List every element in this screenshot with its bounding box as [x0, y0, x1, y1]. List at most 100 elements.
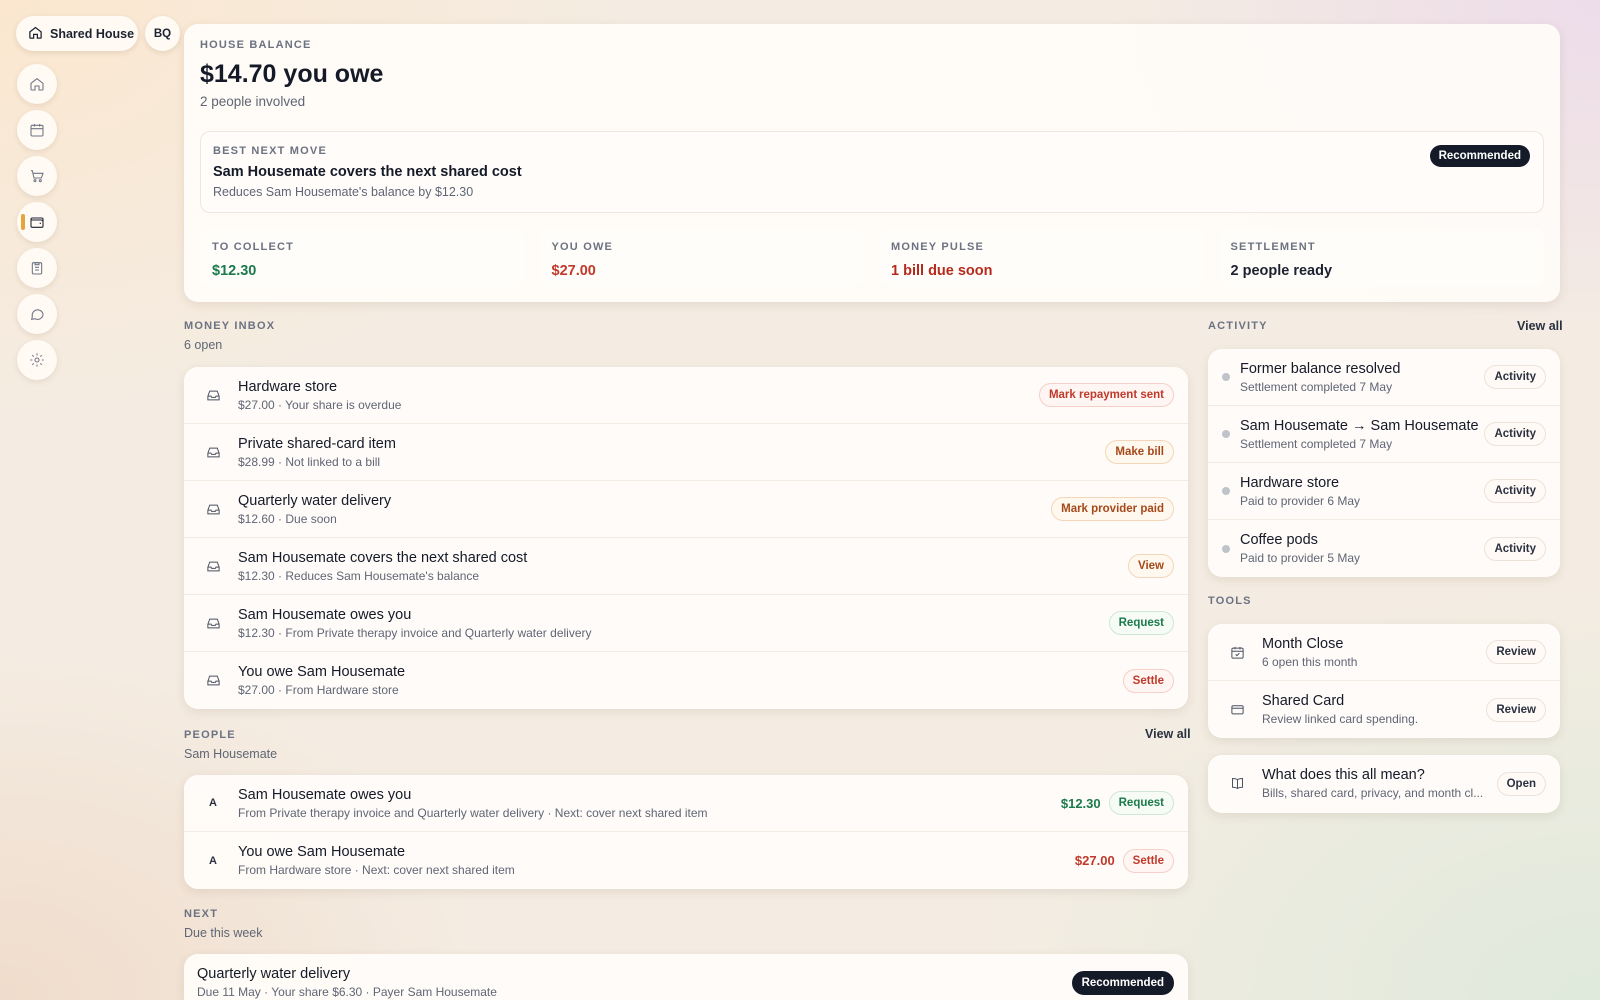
- section-sub: Sam Housemate: [184, 747, 278, 761]
- view-button[interactable]: View: [1128, 554, 1174, 578]
- activity-list: Former balance resolved Settlement comple…: [1208, 349, 1560, 577]
- item-amount: $27.00: [1074, 853, 1115, 868]
- activity-button[interactable]: Activity: [1484, 479, 1546, 503]
- item-title: Quarterly water delivery: [197, 966, 351, 982]
- activity-button[interactable]: Activity: [1484, 365, 1546, 389]
- settle-button[interactable]: Settle: [1122, 668, 1174, 693]
- chat-icon: [30, 309, 44, 321]
- tool-shared-card[interactable]: Shared Card Review linked card spending. …: [1208, 681, 1560, 738]
- hero-amount: $14.70 you owe: [200, 60, 384, 88]
- item-sub: 6 open this month: [1262, 654, 1358, 669]
- metric-settlement[interactable]: SETTLEMENT 2 people ready: [1218, 229, 1544, 287]
- nav-wallet[interactable]: [17, 202, 57, 242]
- next-move-desc: Reduces Sam Housemate's balance by $12.3…: [213, 185, 474, 199]
- list-item[interactable]: Sam Housemate → Sam Housemate Settlement …: [1208, 406, 1560, 463]
- item-sub: $12.60 · Due soon: [238, 511, 337, 526]
- status-dot: [1222, 373, 1230, 381]
- side-nav: [17, 64, 57, 386]
- metric-you-owe[interactable]: YOU OWE $27.00: [539, 229, 865, 287]
- review-button[interactable]: Review: [1486, 640, 1546, 664]
- mark-repayment-sent-button[interactable]: Mark repayment sent: [1038, 383, 1174, 407]
- request-button[interactable]: Request: [1108, 791, 1174, 815]
- activity-button[interactable]: Activity: [1484, 422, 1546, 446]
- calendar-icon: [30, 124, 44, 137]
- item-title: Sam Housemate owes you: [238, 786, 412, 803]
- list-item[interactable]: Sam Housemate owes you $12.30 · From Priv…: [184, 595, 1188, 652]
- item-title: Sam Housemate → Sam Housemate: [1240, 417, 1479, 434]
- section-title: PEOPLE: [184, 729, 236, 741]
- request-button[interactable]: Request: [1108, 611, 1174, 635]
- item-title: Month Close: [1262, 635, 1344, 652]
- open-button[interactable]: Open: [1496, 771, 1546, 796]
- home-icon: [30, 77, 44, 91]
- nav-chat[interactable]: [17, 294, 57, 334]
- activity-header: ACTIVITY: [1208, 320, 1268, 332]
- metric-label: SETTLEMENT: [1230, 241, 1316, 253]
- inbox-icon: [198, 380, 228, 410]
- nav-cart[interactable]: [17, 156, 57, 196]
- section-title: TOOLS: [1208, 595, 1252, 607]
- item-title: Coffee pods: [1240, 532, 1318, 548]
- next-move-eyebrow: BEST NEXT MOVE: [213, 145, 327, 157]
- nav-home[interactable]: [17, 64, 57, 104]
- item-title: Hardware store: [238, 378, 338, 395]
- item-title: Former balance resolved: [1240, 360, 1401, 377]
- tool-month-close[interactable]: Month Close 6 open this month Review: [1208, 624, 1560, 681]
- list-item[interactable]: Former balance resolved Settlement comple…: [1208, 349, 1560, 406]
- list-item[interactable]: You owe Sam Housemate $27.00 · From Hardw…: [184, 652, 1188, 709]
- settle-button[interactable]: Settle: [1122, 848, 1174, 873]
- item-sub: Due 11 May · Your share $6.30 · Payer Sa…: [197, 985, 497, 999]
- section-title: MONEY INBOX: [184, 320, 276, 332]
- clipboard-icon: [31, 262, 43, 275]
- calendar-check-icon: [1222, 637, 1252, 667]
- inbox-icon: [198, 666, 228, 696]
- help-row[interactable]: What does this all mean? Bills, shared ca…: [1208, 755, 1560, 812]
- item-sub: Review linked card spending.: [1262, 712, 1419, 726]
- item-title: Quarterly water delivery: [238, 492, 392, 509]
- item-sub: $12.30 · Reduces Sam Housemate's balance: [238, 568, 480, 583]
- avatar[interactable]: BQ: [145, 16, 180, 51]
- mark-provider-paid-button[interactable]: Mark provider paid: [1051, 497, 1174, 521]
- recommended-badge: Recommended: [1071, 970, 1174, 995]
- money-inbox-header: MONEY INBOX 6 open: [184, 320, 275, 352]
- item-sub: Paid to provider 6 May: [1240, 493, 1361, 508]
- list-item[interactable]: A You owe Sam Housemate From Hardware sto…: [184, 832, 1188, 889]
- metric-to-collect[interactable]: TO COLLECT $12.30: [200, 229, 526, 287]
- list-item[interactable]: Hardware store $27.00 · Your share is ove…: [184, 367, 1188, 424]
- nav-calendar[interactable]: [17, 110, 57, 150]
- section-title: NEXT: [184, 908, 219, 920]
- nav-settings[interactable]: [17, 340, 57, 380]
- review-button[interactable]: Review: [1486, 697, 1546, 722]
- next-header: NEXT Due this week: [184, 908, 263, 940]
- workspace-name: Shared House: [50, 26, 135, 41]
- metric-value: 1 bill due soon: [891, 263, 993, 279]
- people-view-all-link[interactable]: View all: [1145, 727, 1191, 741]
- list-item[interactable]: Quarterly water delivery Due 11 May · You…: [184, 954, 1188, 1000]
- section-sub: 6 open: [184, 338, 223, 352]
- make-bill-button[interactable]: Make bill: [1105, 440, 1174, 464]
- person-avatar: A: [209, 854, 217, 867]
- item-title: Sam Housemate owes you: [238, 606, 412, 623]
- section-sub: Due this week: [184, 926, 263, 940]
- list-item[interactable]: Hardware store Paid to provider 6 May Act…: [1208, 463, 1560, 520]
- list-item[interactable]: Sam Housemate covers the next shared cos…: [184, 538, 1188, 595]
- workspace-switcher[interactable]: Shared House: [16, 16, 138, 51]
- activity-button[interactable]: Activity: [1484, 536, 1546, 561]
- item-title: What does this all mean?: [1262, 767, 1425, 783]
- next-list: Quarterly water delivery Due 11 May · You…: [184, 954, 1188, 1000]
- metric-label: TO COLLECT: [212, 241, 295, 253]
- home-icon: [28, 25, 43, 43]
- inbox-icon: [198, 494, 228, 524]
- item-title: You owe Sam Housemate: [238, 664, 406, 680]
- metric-label: YOU OWE: [551, 241, 614, 253]
- nav-clipboard[interactable]: [17, 248, 57, 288]
- list-item[interactable]: Quarterly water delivery $12.60 · Due soo…: [184, 481, 1188, 538]
- list-item[interactable]: Coffee pods Paid to provider 5 May Activi…: [1208, 520, 1560, 577]
- item-title: Hardware store: [1240, 474, 1340, 491]
- item-sub: $27.00 · From Hardware store: [238, 683, 399, 697]
- list-item[interactable]: A Sam Housemate owes you From Private the…: [184, 775, 1188, 832]
- list-item[interactable]: Private shared-card item $28.99 · Not lin…: [184, 424, 1188, 481]
- metric-money-pulse[interactable]: MONEY PULSE 1 bill due soon: [879, 229, 1205, 287]
- activity-view-all-link[interactable]: View all: [1517, 319, 1563, 333]
- best-next-move[interactable]: BEST NEXT MOVE Sam Housemate covers the …: [200, 131, 1544, 213]
